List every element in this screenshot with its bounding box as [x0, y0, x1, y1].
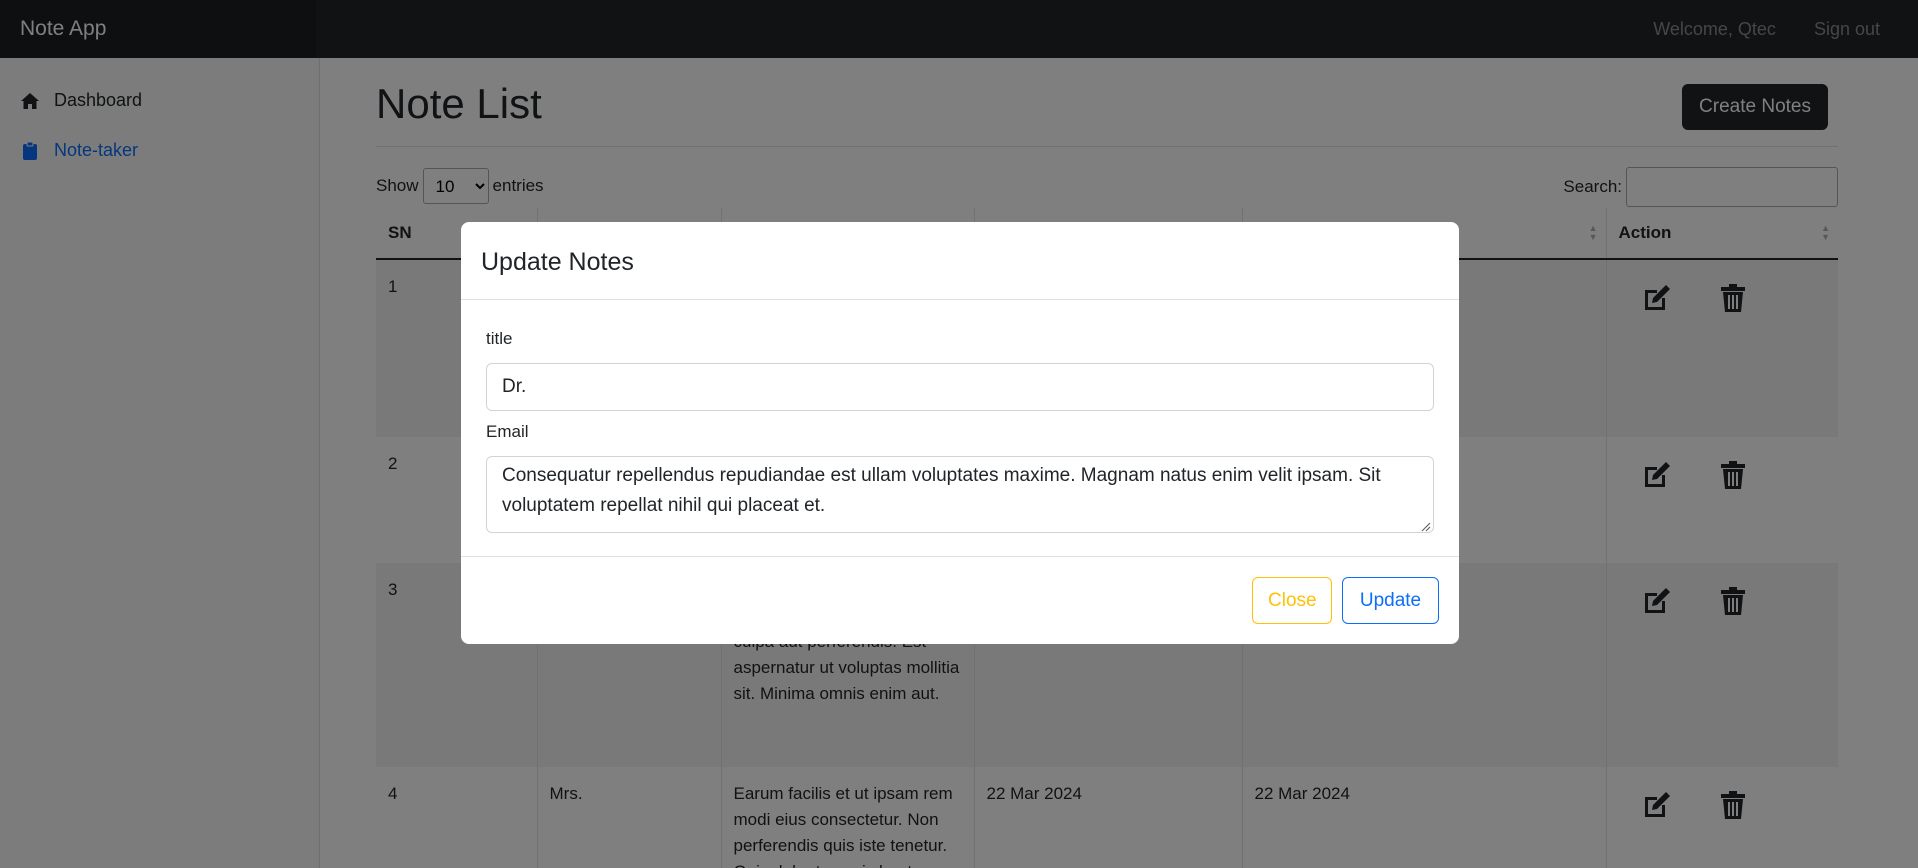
update-notes-modal: Update Notes title Email Consequatur rep… — [461, 222, 1459, 644]
email-textarea[interactable]: Consequatur repellendus repudiandae est … — [486, 456, 1434, 533]
modal-body: title Email Consequatur repellendus repu… — [461, 301, 1459, 533]
title-input[interactable] — [486, 363, 1434, 411]
modal-footer: Close Update — [461, 556, 1459, 644]
update-button[interactable]: Update — [1342, 577, 1439, 624]
resize-grip-icon[interactable] — [1421, 522, 1431, 532]
modal-title: Update Notes — [461, 222, 1459, 300]
close-button[interactable]: Close — [1252, 577, 1332, 624]
title-field-label: title — [486, 329, 513, 348]
email-field-label: Email — [486, 422, 529, 441]
